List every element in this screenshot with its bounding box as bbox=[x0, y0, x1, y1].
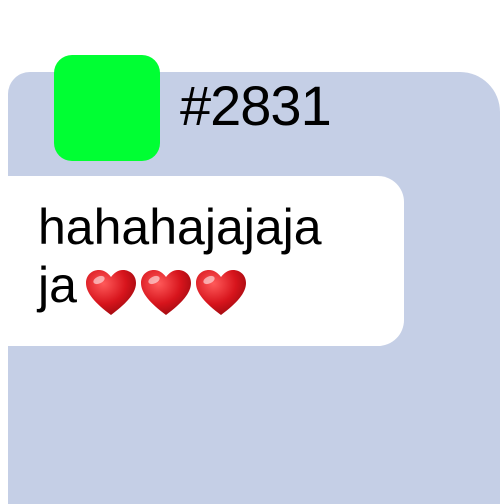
sender-avatar[interactable] bbox=[54, 55, 160, 161]
message-text-word: ja bbox=[38, 257, 77, 313]
heart-icon bbox=[85, 269, 136, 315]
message-text-line-2: ja bbox=[38, 256, 404, 318]
heart-icon bbox=[140, 269, 191, 315]
heart-icon bbox=[195, 269, 246, 315]
sender-id: #2831 bbox=[180, 74, 332, 137]
message-text-line-1: hahahajajaja bbox=[38, 199, 322, 255]
emoji-group bbox=[85, 260, 250, 318]
message-bubble[interactable]: hahahajajaja ja bbox=[8, 176, 404, 346]
